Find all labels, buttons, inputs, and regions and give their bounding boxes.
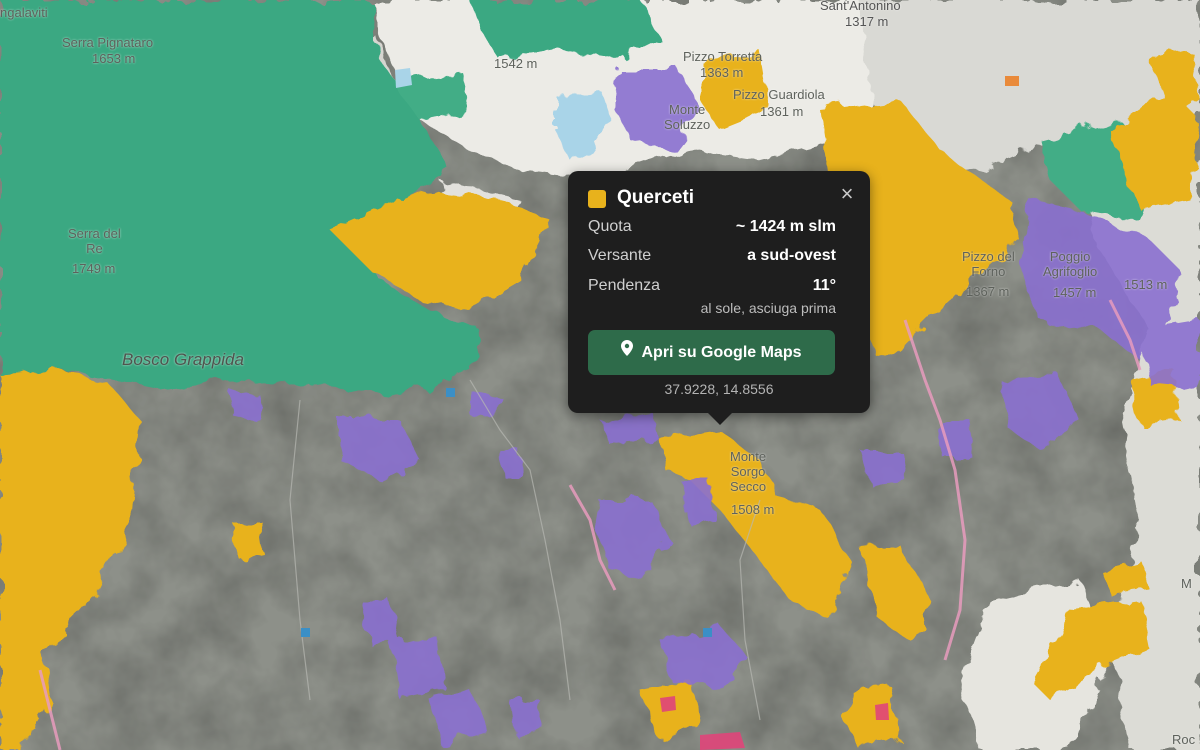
altitude-value: ~ 1424 m slm	[735, 218, 836, 235]
map-label-edge-roc: Roc	[1172, 732, 1196, 747]
map-label-serra-del-re: Serra del Re	[68, 226, 121, 256]
map-label-poggio-agrifoglio-elevation: 1457 m	[1053, 285, 1097, 300]
close-icon[interactable]: ×	[836, 183, 858, 205]
open-google-maps-button[interactable]: Apri su Google Maps	[588, 330, 835, 375]
map-label-bosco-grappida: Bosco Grappida	[122, 350, 244, 369]
map-label-monte-sorgo-secco: Monte Sorgo Secco	[730, 449, 767, 494]
map-label-pizzo-guardiola: Pizzo Guardiola	[733, 87, 825, 102]
map-label-pizzo-torretta: Pizzo Torretta	[683, 49, 763, 64]
coordinates-text: 37.9228, 14.8556	[664, 381, 774, 397]
map-label-elevation-1542: 1542 m	[494, 56, 538, 71]
slope-value: 11°	[812, 277, 836, 294]
map-label-serra-del-re-elevation: 1749 m	[72, 261, 116, 276]
slope-note: al sole, asciuga prima	[700, 300, 836, 316]
category-swatch	[588, 190, 606, 208]
map-label-angalaviti: ngalaviti	[0, 5, 48, 20]
map-canvas[interactable]: ngalaviti Serra Pignataro 1653 m 1542 m …	[0, 0, 1200, 750]
aspect-value: a sud-ovest	[747, 247, 836, 264]
aspect-row: Versante a sud-ovest	[588, 247, 836, 267]
popup-title: Querceti	[617, 187, 695, 208]
slope-label: Pendenza	[588, 277, 661, 294]
slope-row: Pendenza 11°	[588, 277, 836, 297]
map-label-sant-antonino-elevation: 1317 m	[845, 14, 889, 29]
map-label-poggio-agrifoglio: Poggio Agrifoglio	[1043, 249, 1098, 279]
map-label-elevation-1513: 1513 m	[1124, 277, 1168, 292]
map-label-serra-pignataro-elevation: 1653 m	[92, 51, 136, 66]
map-label-pizzo-torretta-elevation: 1363 m	[700, 65, 744, 80]
map-label-monte-sorgo-secco-elevation: 1508 m	[731, 502, 775, 517]
map-label-pizzo-del-forno-elevation: 1367 m	[966, 284, 1010, 299]
aspect-label: Versante	[588, 247, 652, 264]
map-label-pizzo-del-forno: Pizzo del Forno	[962, 249, 1015, 279]
map-label-monte-soluzzo: Monte Soluzzo	[664, 102, 711, 132]
altitude-row: Quota ~ 1424 m slm	[588, 218, 836, 238]
info-popup: Querceti × Quota ~ 1424 m slm Versante a…	[568, 171, 870, 425]
map-pin-icon	[621, 329, 634, 374]
altitude-label: Quota	[588, 218, 632, 235]
open-google-maps-label: Apri su Google Maps	[641, 344, 802, 361]
map-label-edge-m: M	[1181, 576, 1192, 591]
map-label-pizzo-guardiola-elevation: 1361 m	[760, 104, 804, 119]
map-label-sant-antonino: Sant'Antonino	[820, 0, 901, 13]
map-label-serra-pignataro: Serra Pignataro	[62, 35, 154, 50]
popup-pointer	[708, 413, 732, 425]
